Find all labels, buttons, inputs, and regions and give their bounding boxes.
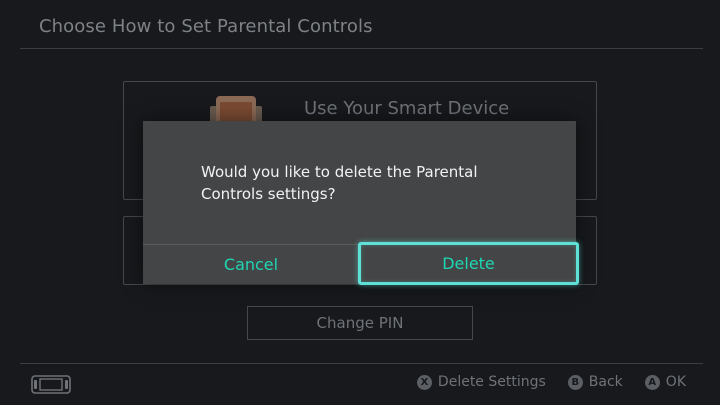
handheld-console-icon: [31, 375, 71, 394]
hint-delete-settings[interactable]: X Delete Settings: [416, 374, 546, 390]
a-button-icon: A: [644, 374, 660, 390]
change-pin-button[interactable]: Change PIN: [247, 306, 473, 340]
page-title: Choose How to Set Parental Controls: [39, 16, 373, 37]
smart-device-label: Use Your Smart Device: [304, 98, 510, 119]
b-button-icon: B: [567, 374, 583, 390]
hint-label: Back: [588, 374, 623, 390]
hint-label: Delete Settings: [437, 374, 546, 390]
footer-divider: [20, 363, 703, 364]
x-button-icon: X: [416, 374, 432, 390]
hint-ok[interactable]: A OK: [644, 374, 686, 390]
parental-controls-screen: Choose How to Set Parental Controls Use …: [0, 0, 720, 405]
delete-confirmation-dialog: Would you like to delete the Parental Co…: [143, 121, 579, 285]
hint-back[interactable]: B Back: [567, 374, 623, 390]
header-divider: [20, 48, 703, 49]
hint-label: OK: [665, 374, 686, 390]
dialog-message: Would you like to delete the Parental Co…: [201, 163, 478, 203]
footer-button-hints: X Delete Settings B Back A OK: [416, 374, 686, 390]
delete-button[interactable]: Delete: [358, 242, 579, 285]
cancel-button[interactable]: Cancel: [143, 245, 359, 284]
